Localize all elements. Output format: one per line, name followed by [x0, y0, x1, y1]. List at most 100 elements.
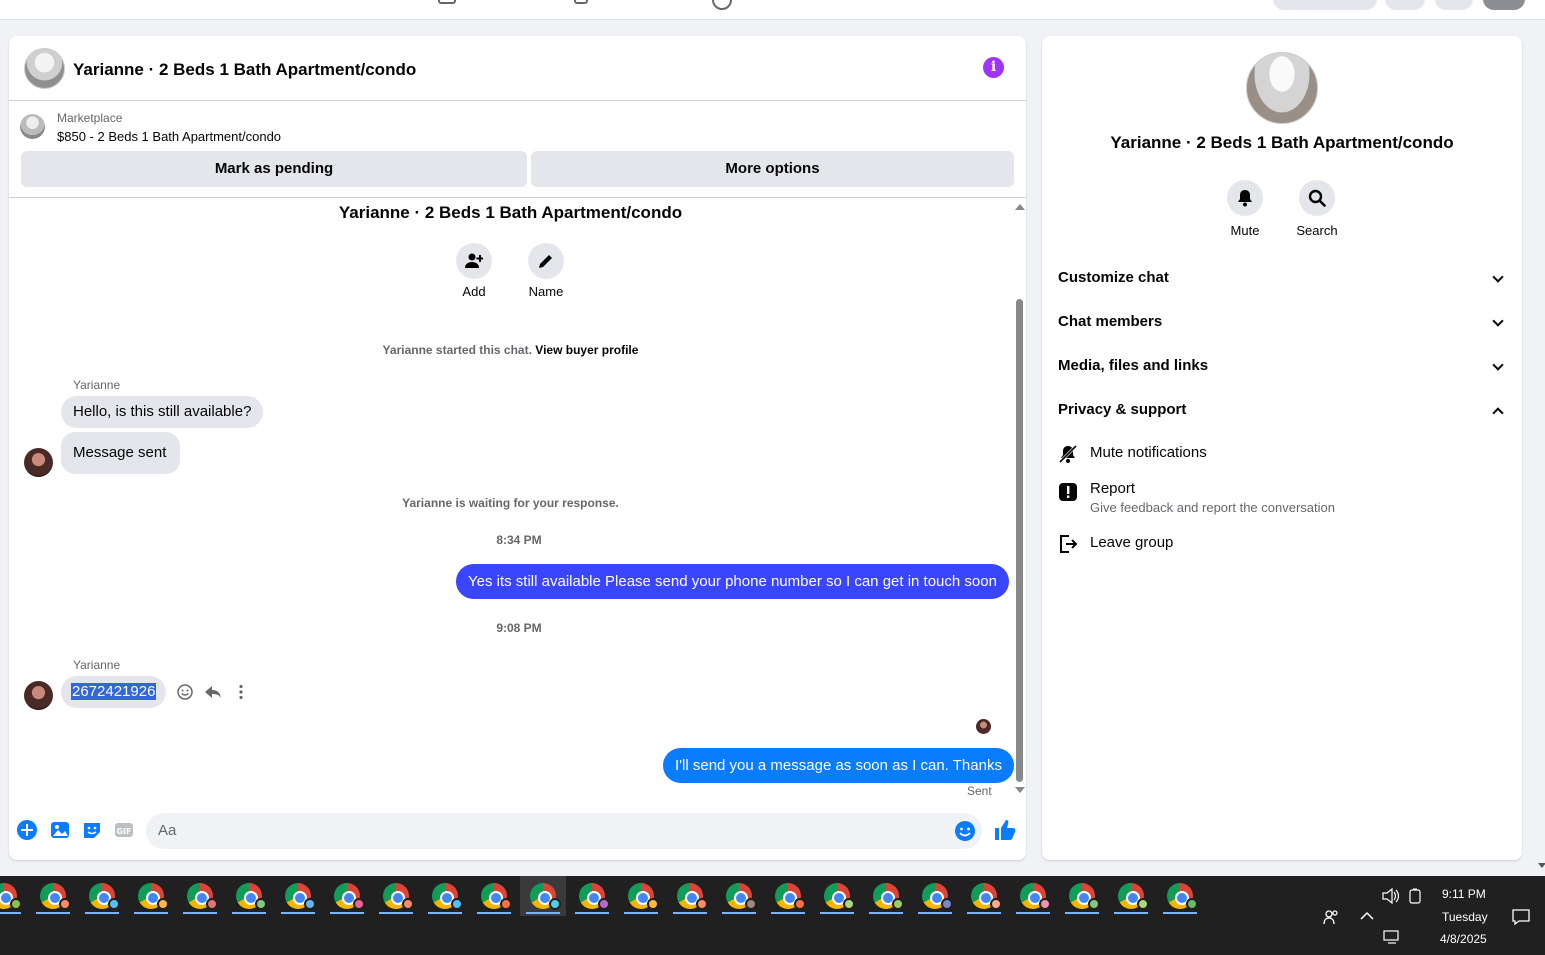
outgoing-message[interactable]: Yes its still available Please send your…: [456, 564, 1009, 599]
taskbar-chrome-app[interactable]: [128, 876, 174, 916]
taskbar-chrome-app[interactable]: [0, 876, 27, 916]
clock-day[interactable]: Tuesday: [1442, 910, 1488, 924]
privacy-support-section[interactable]: Privacy & support: [1058, 395, 1506, 425]
taskbar-chrome-app[interactable]: [569, 876, 615, 916]
clock-time[interactable]: 9:11 PM: [1442, 887, 1486, 901]
add-people-action[interactable]: Add: [444, 243, 504, 299]
taskbar-chrome-app[interactable]: [324, 876, 370, 916]
taskbar-chrome-app[interactable]: [471, 876, 517, 916]
chevron-up-icon[interactable]: [1359, 909, 1375, 923]
chat-members-section[interactable]: Chat members: [1058, 307, 1506, 337]
listing-price[interactable]: $850 - 2 Beds 1 Bath Apartment/condo: [57, 129, 281, 144]
report-option[interactable]: Report Give feedback and report the conv…: [1058, 480, 1506, 520]
battery-icon[interactable]: [1408, 888, 1422, 904]
mute-notifications-option[interactable]: Mute notifications: [1058, 444, 1506, 468]
top-navigation-bar: [0, 0, 1545, 20]
running-indicator: [477, 912, 511, 914]
section-label: Privacy & support: [1058, 401, 1187, 418]
incoming-message[interactable]: Message sent: [61, 432, 181, 474]
page-scroll-down-arrow[interactable]: [1538, 863, 1545, 868]
taskbar-chrome-app[interactable]: [716, 876, 762, 916]
taskbar-chrome-app[interactable]: [1108, 876, 1154, 916]
taskbar-chrome-app[interactable]: [1157, 876, 1203, 916]
thumbs-up-icon[interactable]: [993, 818, 1017, 842]
option-label: Report: [1090, 480, 1136, 497]
notifications-icon[interactable]: [1511, 908, 1531, 926]
chat-title[interactable]: Yarianne · 2 Beds 1 Bath Apartment/condo: [73, 60, 416, 80]
messenger-button[interactable]: [1435, 0, 1473, 10]
account-avatar[interactable]: [1483, 0, 1525, 10]
customize-chat-section[interactable]: Customize chat: [1058, 263, 1506, 293]
view-buyer-profile-link[interactable]: View buyer profile: [535, 343, 638, 357]
photo-icon[interactable]: [49, 819, 71, 841]
taskbar-chrome-app[interactable]: [373, 876, 419, 916]
scroll-up-arrow[interactable]: [1015, 204, 1025, 210]
name-action[interactable]: Name: [516, 243, 576, 299]
page-scrollbar[interactable]: [1538, 20, 1545, 875]
scroll-down-arrow[interactable]: [1015, 787, 1025, 793]
incoming-message[interactable]: Hello, is this still available?: [61, 396, 264, 428]
plus-icon[interactable]: [16, 819, 38, 841]
message-list[interactable]: Yarianne · 2 Beds 1 Bath Apartment/condo…: [9, 199, 1014, 802]
gaming-nav-icon[interactable]: [712, 0, 732, 10]
taskbar-chrome-app[interactable]: [226, 876, 272, 916]
leave-group-option[interactable]: Leave group: [1058, 534, 1506, 558]
sender-avatar[interactable]: [24, 448, 53, 477]
more-vertical-icon[interactable]: [232, 683, 250, 701]
marketplace-nav-icon[interactable]: [438, 0, 456, 4]
people-icon[interactable]: [1322, 908, 1340, 926]
menu-button[interactable]: [1385, 0, 1425, 10]
taskbar-chrome-app[interactable]: [961, 876, 1007, 916]
listing-thumbnail[interactable]: [20, 114, 45, 139]
gif-icon[interactable]: GIF: [113, 819, 135, 841]
chat-scrollbar[interactable]: [1012, 199, 1026, 802]
taskbar-chrome-app[interactable]: [79, 876, 125, 916]
chat-started-notice: Yarianne started this chat. View buyer p…: [9, 343, 1012, 357]
taskbar-chrome-app[interactable]: [520, 876, 566, 916]
network-icon[interactable]: [1383, 929, 1401, 945]
react-icon[interactable]: [176, 683, 194, 701]
profile-badge-icon: [59, 898, 71, 910]
section-label: Chat members: [1058, 313, 1163, 330]
taskbar-chrome-app[interactable]: [814, 876, 860, 916]
details-title: Yarianne · 2 Beds 1 Bath Apartment/condo: [1110, 133, 1454, 152]
svg-text:GIF: GIF: [116, 827, 131, 836]
clock-date[interactable]: 4/8/2025: [1440, 932, 1487, 946]
info-icon[interactable]: i: [983, 57, 1004, 78]
taskbar-chrome-app[interactable]: [422, 876, 468, 916]
selected-phone-number[interactable]: 2672421926: [71, 683, 157, 700]
taskbar-chrome-app[interactable]: [177, 876, 223, 916]
volume-icon[interactable]: [1382, 888, 1400, 904]
media-files-links-section[interactable]: Media, files and links: [1058, 351, 1506, 381]
mute-action[interactable]: Mute: [1215, 180, 1275, 238]
taskbar-chrome-app[interactable]: [863, 876, 909, 916]
search-action[interactable]: Search: [1287, 180, 1347, 238]
message-actions: [176, 683, 250, 701]
scroll-thumb[interactable]: [1016, 299, 1023, 782]
taskbar-chrome-app[interactable]: [912, 876, 958, 916]
running-indicator: [36, 912, 70, 914]
taskbar-chrome-app[interactable]: [618, 876, 664, 916]
taskbar-chrome-app[interactable]: [275, 876, 321, 916]
taskbar-chrome-app[interactable]: [1010, 876, 1056, 916]
taskbar-chrome-app[interactable]: [765, 876, 811, 916]
conversation-avatar[interactable]: [1246, 52, 1318, 124]
message-input[interactable]: Aa: [146, 813, 982, 849]
incoming-message-phone[interactable]: 2672421926: [61, 676, 167, 708]
running-indicator: [869, 912, 903, 914]
more-options-button[interactable]: More options: [531, 151, 1014, 187]
taskbar-chrome-app[interactable]: [667, 876, 713, 916]
mark-as-pending-button[interactable]: Mark as pending: [21, 151, 527, 187]
groups-nav-icon[interactable]: [574, 0, 588, 4]
search-pill[interactable]: [1273, 0, 1377, 10]
emoji-icon[interactable]: [954, 820, 976, 842]
running-indicator: [281, 912, 315, 914]
chat-avatar[interactable]: [24, 48, 65, 89]
taskbar-chrome-app[interactable]: [1059, 876, 1105, 916]
profile-badge-icon: [1088, 898, 1100, 910]
reply-icon[interactable]: [204, 683, 222, 701]
outgoing-message[interactable]: I'll send you a message as soon as I can…: [663, 748, 1014, 783]
sticker-icon[interactable]: [81, 819, 103, 841]
sender-avatar[interactable]: [24, 681, 53, 710]
taskbar-chrome-app[interactable]: [30, 876, 76, 916]
